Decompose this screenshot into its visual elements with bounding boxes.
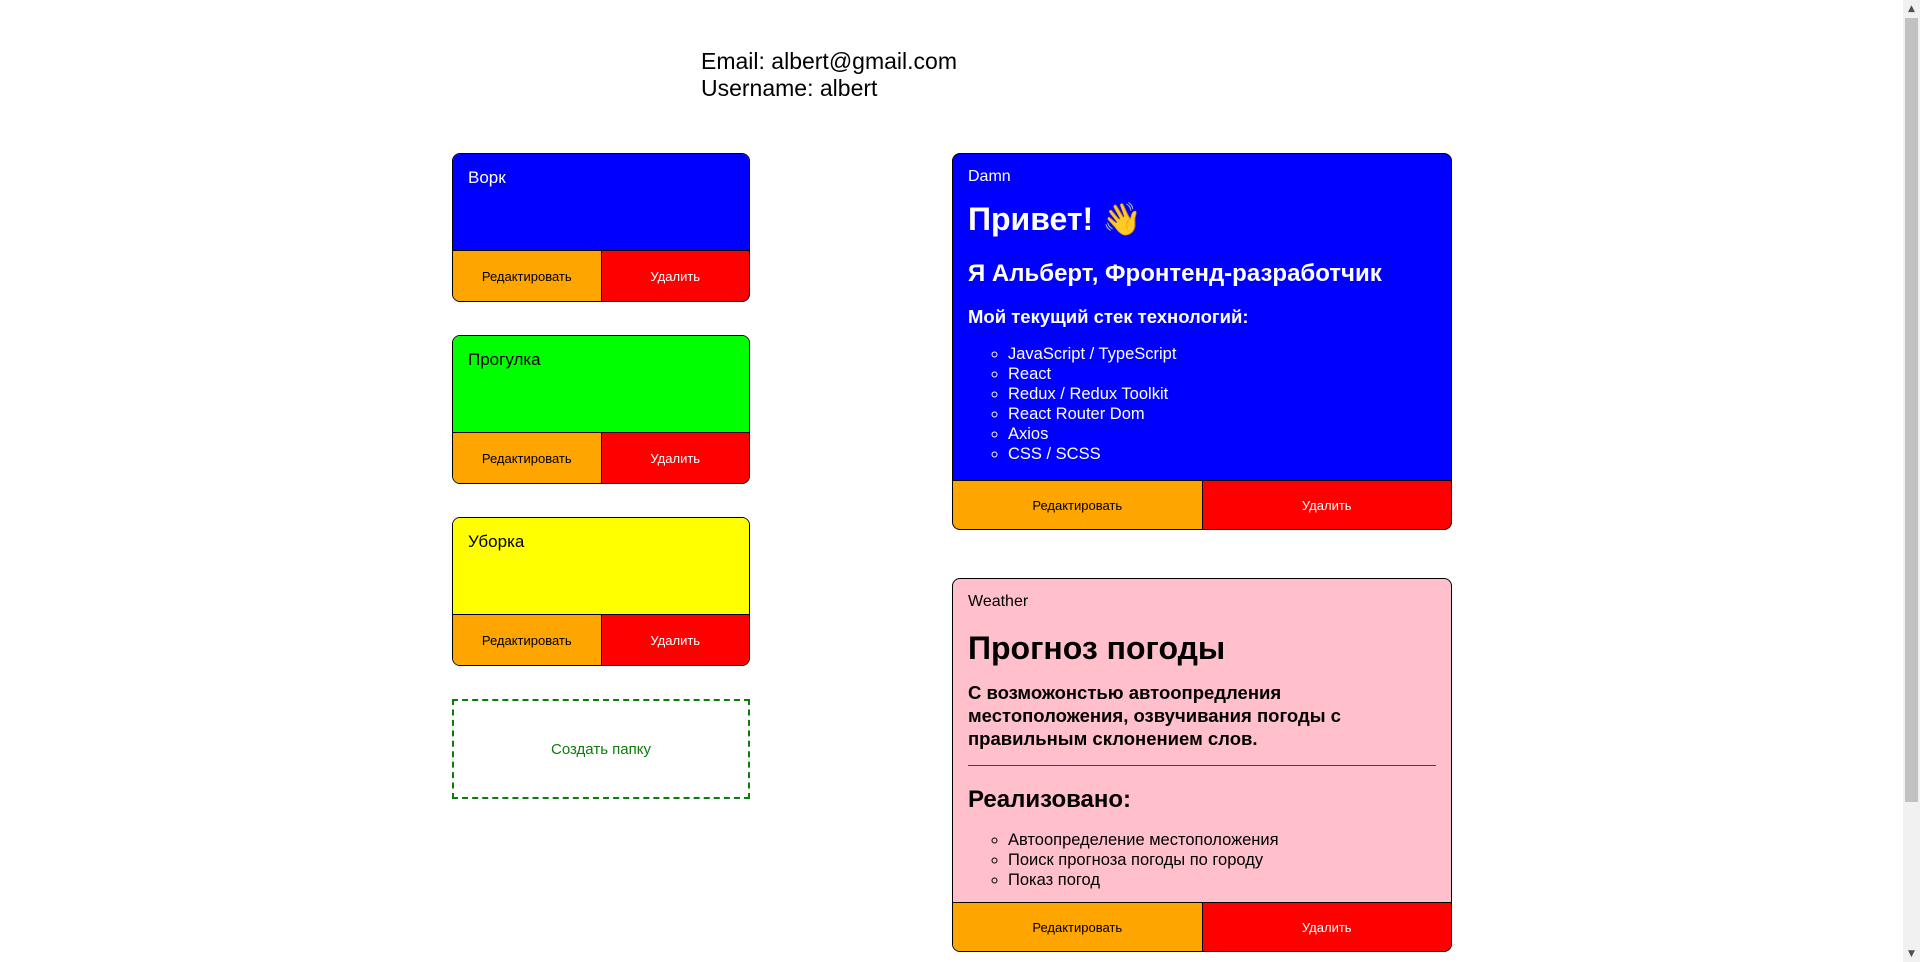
list-item: React Router Dom [1008, 404, 1436, 424]
edit-button[interactable]: Редактировать [453, 615, 602, 665]
create-folder-button[interactable]: Создать папку [452, 699, 750, 799]
folder-actions: Редактировать Удалить [453, 614, 749, 665]
note-actions: Редактировать Удалить [953, 902, 1451, 951]
edit-button[interactable]: Редактировать [953, 903, 1203, 951]
scroll-down-icon[interactable]: ▼ [1903, 945, 1920, 962]
list-item: Axios [1008, 424, 1436, 444]
delete-button[interactable]: Удалить [1202, 481, 1451, 529]
note-heading: Привет! 👋 [968, 201, 1142, 237]
delete-button[interactable]: Удалить [1202, 903, 1451, 951]
profile-username: Username: albert [701, 75, 878, 101]
folder-actions: Редактировать Удалить [453, 250, 749, 301]
folder-title: Прогулка [468, 350, 541, 369]
profile-email: Email: albert@gmail.com [701, 48, 957, 74]
note-divider [968, 765, 1436, 766]
list-item: React [1008, 364, 1436, 384]
note-heading: Прогноз погоды [968, 630, 1226, 666]
profile-info: Email: albert@gmail.com Username: albert [701, 48, 957, 102]
folder-title: Ворк [468, 168, 506, 187]
folder-card[interactable]: Уборка Редактировать Удалить [452, 517, 750, 666]
list-item: CSS / SCSS [1008, 444, 1436, 464]
list-item: Redux / Redux Toolkit [1008, 384, 1436, 404]
page: Email: albert@gmail.com Username: albert… [0, 0, 1920, 962]
note-actions: Редактировать Удалить [953, 480, 1451, 529]
note-card[interactable]: Weather Прогноз погоды С возможонстью ав… [952, 578, 1452, 952]
features-list: Автоопределение местоположения Поиск про… [968, 830, 1436, 890]
note-body: Damn Привет! 👋 Я Альберт, Фронтенд-разра… [953, 154, 1451, 464]
note-tag: Damn [968, 168, 1011, 185]
folder-card[interactable]: Прогулка Редактировать Удалить [452, 335, 750, 484]
scroll-thumb[interactable] [1905, 18, 1918, 802]
note-section-title: Реализовано: [968, 786, 1132, 813]
delete-button[interactable]: Удалить [601, 615, 749, 665]
scroll-up-icon[interactable]: ▲ [1903, 0, 1920, 17]
note-card[interactable]: Damn Привет! 👋 Я Альберт, Фронтенд-разра… [952, 153, 1452, 530]
note-description: С возможонстью автоопредления местополож… [968, 682, 1341, 749]
list-item: Автоопределение местоположения [1008, 830, 1436, 850]
folder-title: Уборка [468, 532, 525, 551]
delete-button[interactable]: Удалить [601, 251, 749, 301]
list-item: JavaScript / TypeScript [1008, 344, 1436, 364]
edit-button[interactable]: Редактировать [453, 251, 602, 301]
list-item: Показ погод [1008, 870, 1436, 890]
tech-stack-list: JavaScript / TypeScript React Redux / Re… [968, 344, 1436, 464]
folder-actions: Редактировать Удалить [453, 432, 749, 483]
page-scrollbar[interactable]: ▲ ▼ [1903, 0, 1920, 962]
edit-button[interactable]: Редактировать [953, 481, 1203, 529]
note-tag: Weather [968, 593, 1029, 610]
note-body: Weather Прогноз погоды С возможонстью ав… [953, 579, 1451, 890]
note-section-title: Мой текущий стек технологий: [968, 306, 1249, 327]
note-subheading: Я Альберт, Фронтенд-разработчик [968, 260, 1382, 287]
folder-card[interactable]: Ворк Редактировать Удалить [452, 153, 750, 302]
delete-button[interactable]: Удалить [601, 433, 749, 483]
list-item: Поиск прогноза погоды по городу [1008, 850, 1436, 870]
edit-button[interactable]: Редактировать [453, 433, 602, 483]
